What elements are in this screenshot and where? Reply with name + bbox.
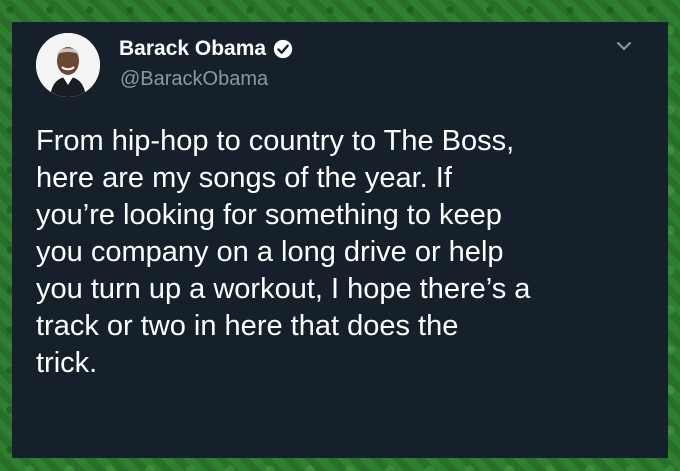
author-display-name[interactable]: Barack Obama: [119, 36, 266, 62]
author-handle[interactable]: @BarackObama: [120, 67, 268, 91]
profile-photo-icon: [36, 33, 100, 97]
chevron-down-icon[interactable]: [614, 36, 634, 56]
avatar[interactable]: [36, 33, 100, 97]
tweet-card: Barack Obama @BarackObama From hip-hop t…: [12, 22, 668, 458]
tweet-text: From hip-hop to country to The Boss, her…: [36, 125, 531, 379]
author-name-row: Barack Obama: [119, 36, 294, 62]
verified-badge-icon: [273, 39, 293, 59]
